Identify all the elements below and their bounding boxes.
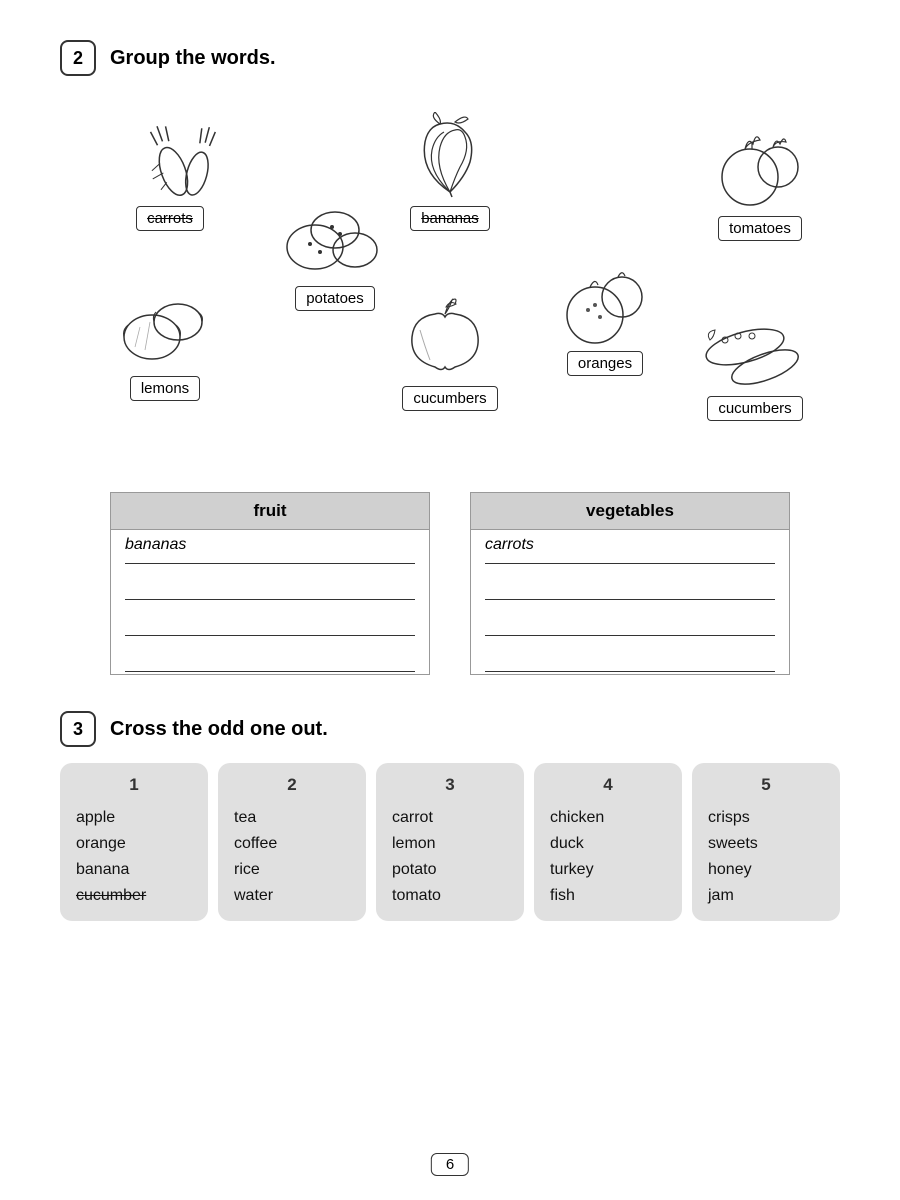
- veg-row-1: carrots: [470, 530, 790, 566]
- exercise3-header: 3 Cross the odd one out.: [60, 711, 840, 747]
- food-potatoes: potatoes: [280, 192, 390, 311]
- food-area: carrots bananas: [60, 92, 840, 462]
- group-3-item-4: tomato: [392, 883, 508, 909]
- apples-label: cucumbers: [402, 386, 497, 411]
- veg-answer-2: [485, 572, 775, 600]
- grouping-table: fruit bananas vegetables carrots: [60, 492, 840, 675]
- group-1-item-2: orange: [76, 831, 192, 857]
- group-card-1: 1 appleorangebananacucumber: [60, 763, 208, 921]
- group-5-item-1: crisps: [708, 805, 824, 831]
- group-2-item-1: tea: [234, 805, 350, 831]
- food-oranges: oranges: [560, 267, 650, 376]
- group-1-item-3: banana: [76, 857, 192, 883]
- potatoes-label: potatoes: [295, 286, 375, 311]
- bananas-label: bananas: [410, 206, 490, 231]
- food-cucumbers: cucumbers: [700, 312, 810, 421]
- food-apples: cucumbers: [400, 292, 500, 411]
- tomato-icon: [710, 122, 810, 212]
- groups-row: 1 appleorangebananacucumber 2 teacoffeerice…: [60, 763, 840, 921]
- veg-row-3: [470, 602, 790, 638]
- veg-row-2: [470, 566, 790, 602]
- group-4-item-4: fish: [550, 883, 666, 909]
- group-4-header: 4: [550, 775, 666, 795]
- exercise3-number: 3: [60, 711, 96, 747]
- food-bananas: bananas: [400, 112, 500, 231]
- carrots-label: carrots: [136, 206, 204, 231]
- group-card-2: 2 teacoffeericewater: [218, 763, 366, 921]
- veg-answer-3: [485, 608, 775, 636]
- vegetables-table: vegetables carrots: [470, 492, 790, 675]
- fruit-answer-3: [125, 608, 415, 636]
- food-lemons: lemons: [120, 292, 210, 401]
- group-2-item-4: water: [234, 883, 350, 909]
- tomatoes-label: tomatoes: [718, 216, 802, 241]
- food-tomatoes: tomatoes: [710, 122, 810, 241]
- lemon-icon: [120, 292, 210, 372]
- group-1-item-4: cucumber: [76, 883, 192, 909]
- fruit-answer-4: [125, 644, 415, 672]
- exercise2-header: 2 Group the words.: [60, 40, 840, 76]
- food-carrots: carrots: [120, 122, 220, 231]
- veg-row-4: [470, 638, 790, 675]
- fruit-table: fruit bananas: [110, 492, 430, 675]
- group-1-item-1: apple: [76, 805, 192, 831]
- veg-answer-4: [485, 644, 775, 672]
- fruit-row-2: [110, 566, 430, 602]
- oranges-label: oranges: [567, 351, 643, 376]
- group-3-header: 3: [392, 775, 508, 795]
- fruit-header: fruit: [110, 492, 430, 530]
- group-5-item-2: sweets: [708, 831, 824, 857]
- orange-icon: [560, 267, 650, 347]
- group-5-item-4: jam: [708, 883, 824, 909]
- group-5-header: 5: [708, 775, 824, 795]
- group-2-item-3: rice: [234, 857, 350, 883]
- potato-icon: [280, 192, 390, 282]
- group-4-item-3: turkey: [550, 857, 666, 883]
- fruit-row-3: [110, 602, 430, 638]
- fruit-answer-1: bananas: [125, 536, 415, 564]
- group-2-header: 2: [234, 775, 350, 795]
- carrot-icon: [120, 122, 220, 202]
- group-1-header: 1: [76, 775, 192, 795]
- group-3-item-2: lemon: [392, 831, 508, 857]
- group-4-item-2: duck: [550, 831, 666, 857]
- fruit-row-4: [110, 638, 430, 675]
- exercise2-number: 2: [60, 40, 96, 76]
- exercise3-title: Cross the odd one out.: [110, 718, 328, 741]
- exercise3: 3 Cross the odd one out. 1 appleorangeban…: [60, 711, 840, 921]
- fruit-answer-2: [125, 572, 415, 600]
- group-card-3: 3 carrotlemonpotatotomato: [376, 763, 524, 921]
- lemons-label: lemons: [130, 376, 200, 401]
- cucumber-icon: [700, 312, 810, 392]
- group-4-item-1: chicken: [550, 805, 666, 831]
- page-number: 6: [431, 1153, 469, 1176]
- group-3-item-3: potato: [392, 857, 508, 883]
- group-2-item-2: coffee: [234, 831, 350, 857]
- banana-icon: [400, 112, 500, 202]
- page: 2 Group the words.: [0, 0, 900, 1200]
- veg-answer-1: carrots: [485, 536, 775, 564]
- exercise2-title: Group the words.: [110, 47, 276, 70]
- cucumbers-label: cucumbers: [707, 396, 802, 421]
- vegetables-header: vegetables: [470, 492, 790, 530]
- fruit-row-1: bananas: [110, 530, 430, 566]
- group-5-item-3: honey: [708, 857, 824, 883]
- group-card-4: 4 chickenduckturkeyfish: [534, 763, 682, 921]
- group-3-item-1: carrot: [392, 805, 508, 831]
- apple-icon: [400, 292, 500, 382]
- group-card-5: 5 crispssweetshoneyjam: [692, 763, 840, 921]
